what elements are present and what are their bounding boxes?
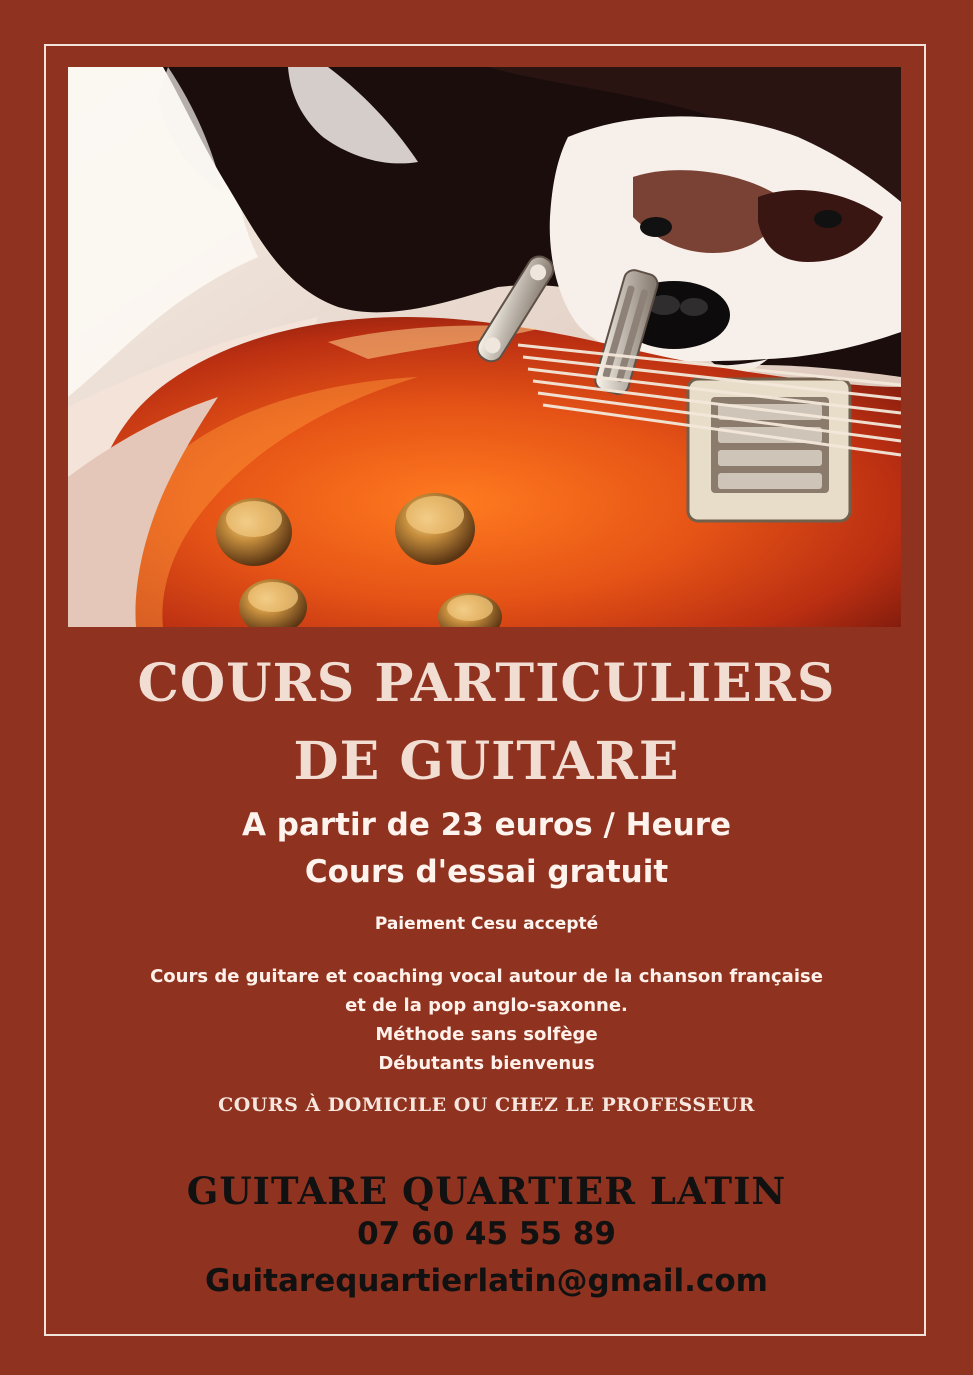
poster-title-line-2: DE GUITARE xyxy=(293,731,680,792)
brand-name: GUITARE QUARTIER LATIN xyxy=(186,1169,787,1213)
trial-text: Cours d'essai gratuit xyxy=(304,854,669,890)
poster-page: COURS PARTICULIERS DE GUITARE A partir d… xyxy=(0,0,973,1375)
dog-guitar-illustration xyxy=(68,67,901,627)
poster-title-line-1: COURS PARTICULIERS xyxy=(137,653,836,714)
description-line-3: Méthode sans solfège xyxy=(375,1024,598,1045)
description-block: Cours de guitare et coaching vocal autou… xyxy=(0,962,973,1078)
phone-number: 07 60 45 55 89 xyxy=(357,1216,616,1252)
location-text: COURS À DOMICILE OU CHEZ LE PROFESSEUR xyxy=(218,1094,755,1116)
description-line-4: Débutants bienvenus xyxy=(378,1053,595,1074)
pickup xyxy=(686,377,852,523)
price-text: A partir de 23 euros / Heure xyxy=(241,807,732,843)
description-line-2: et de la pop anglo-saxonne. xyxy=(345,995,628,1016)
description-line-1: Cours de guitare et coaching vocal autou… xyxy=(150,966,823,987)
email-address: Guitarequartierlatin@gmail.com xyxy=(205,1263,768,1299)
payment-text: Paiement Cesu accepté xyxy=(374,914,599,934)
dog-guitar-photo xyxy=(68,67,901,627)
